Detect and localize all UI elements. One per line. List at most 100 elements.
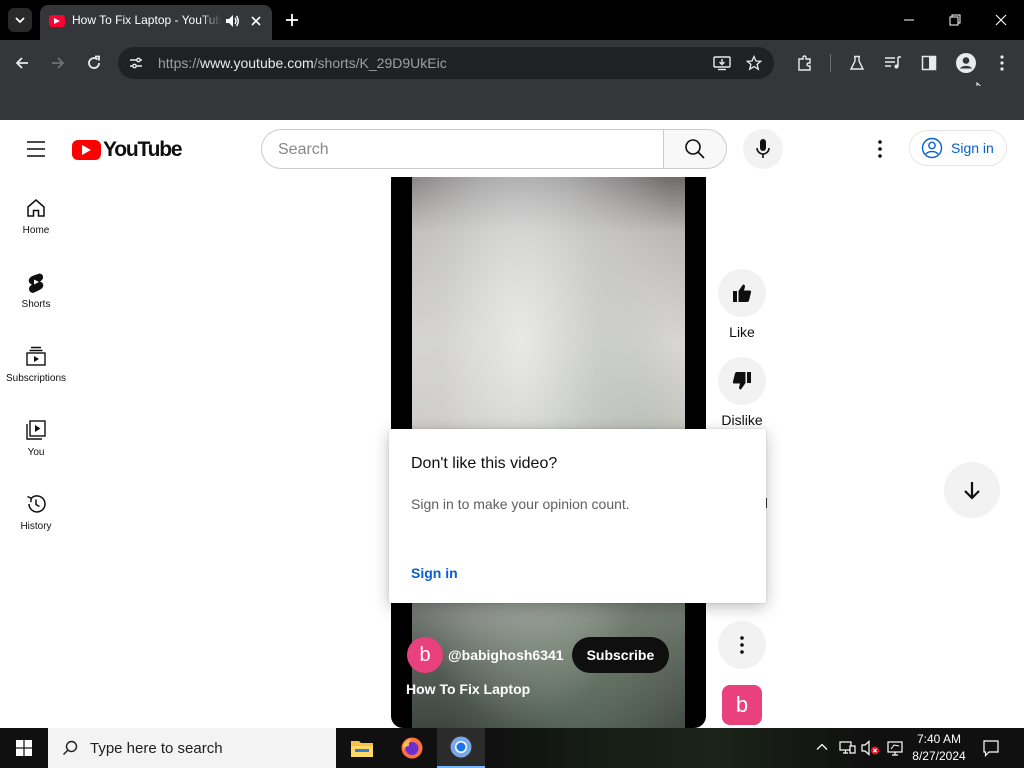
guide-item-history[interactable]: History — [0, 481, 72, 555]
you-icon — [26, 420, 46, 440]
chrome-icon — [450, 736, 472, 758]
voice-search-button[interactable] — [743, 129, 783, 169]
taskbar-file-explorer[interactable] — [338, 728, 386, 768]
subscribe-button[interactable]: Subscribe — [571, 637, 670, 673]
restore-icon — [949, 14, 961, 26]
tab-search-button[interactable] — [8, 8, 32, 32]
dislike-signin-popup: Don't like this video? Sign in to make y… — [389, 429, 766, 603]
display-icon[interactable] — [886, 739, 904, 757]
guide-label: Home — [22, 225, 50, 236]
extensions-icon[interactable] — [793, 51, 817, 75]
youtube-play-logo-icon — [72, 140, 101, 160]
address-bar[interactable]: https://www.youtube.com/shorts/K_29D9UkE… — [118, 47, 774, 79]
youtube-wordmark: YouTube — [103, 138, 183, 161]
channel-avatar[interactable]: b — [407, 637, 443, 673]
search-input[interactable] — [278, 139, 648, 161]
media-control-icon[interactable] — [881, 51, 905, 75]
youtube-favicon-icon — [49, 15, 65, 27]
like-label: Like — [729, 324, 755, 340]
thumbs-up-icon — [733, 284, 752, 302]
account-circle-icon — [921, 137, 943, 159]
bookmarks-bar-area — [0, 86, 1024, 120]
guide-label: History — [20, 521, 52, 532]
forward-arrow-icon — [52, 57, 65, 69]
thumbs-down-icon — [732, 372, 751, 390]
site-info-icon[interactable] — [124, 51, 148, 75]
settings-menu-button[interactable] — [868, 137, 892, 161]
taskbar-chrome-active[interactable] — [437, 728, 485, 768]
like-action[interactable]: Like — [718, 269, 766, 340]
history-icon — [27, 495, 46, 513]
reload-button[interactable] — [82, 51, 106, 75]
bookmark-star-icon[interactable] — [742, 51, 766, 75]
active-tab[interactable]: How To Fix Laptop - YouTube — [40, 5, 272, 40]
subscriptions-icon — [26, 346, 46, 366]
guide-item-home[interactable]: Home — [0, 185, 72, 259]
search-box[interactable] — [261, 129, 664, 169]
system-clock[interactable]: 7:40 AM 8/27/2024 — [908, 731, 970, 765]
guide-item-subscriptions[interactable]: Subscriptions — [0, 333, 72, 407]
dislike-button[interactable] — [718, 357, 766, 405]
back-button[interactable] — [10, 51, 34, 75]
restore-button[interactable] — [945, 10, 965, 30]
youtube-logo[interactable]: YouTube — [72, 138, 183, 162]
notifications-icon[interactable] — [982, 739, 1000, 757]
taskbar-background — [486, 728, 866, 768]
network-icon[interactable] — [838, 739, 856, 757]
more-actions[interactable] — [718, 621, 766, 669]
sign-in-button[interactable]: Sign in — [909, 130, 1007, 166]
guide-label: Subscriptions — [5, 373, 67, 384]
microphone-icon — [756, 139, 770, 158]
channel-avatar-small[interactable]: b — [722, 685, 762, 725]
guide-menu-button[interactable] — [24, 137, 48, 161]
more-vertical-icon — [740, 636, 744, 654]
back-arrow-icon — [15, 57, 28, 69]
windows-taskbar: Type here to search 7:40 AM 8/27/2024 — [0, 728, 1024, 768]
start-button[interactable] — [0, 728, 48, 768]
more-actions-button[interactable] — [718, 621, 766, 669]
hamburger-icon — [27, 141, 45, 157]
dislike-action[interactable]: Dislike — [718, 357, 766, 428]
profile-avatar-icon[interactable] — [954, 51, 978, 75]
arrow-down-icon — [964, 482, 980, 500]
youtube-page: YouTube Sign in Home Shorts Subscription… — [0, 121, 1024, 728]
clock-date: 8/27/2024 — [912, 749, 966, 763]
video-title[interactable]: How To Fix Laptop — [406, 681, 530, 697]
audio-playing-icon[interactable] — [224, 13, 240, 29]
taskbar-search-box[interactable]: Type here to search — [48, 728, 336, 768]
url-text: https://www.youtube.com/shorts/K_29D9UkE… — [158, 55, 447, 71]
dislike-label: Dislike — [721, 412, 763, 428]
minimize-button[interactable] — [899, 10, 919, 30]
sign-in-label: Sign in — [951, 140, 994, 156]
new-tab-button[interactable] — [282, 10, 302, 30]
channel-handle[interactable]: @babighosh6341 — [448, 647, 564, 663]
popup-body: Sign in to make your opinion count. — [411, 496, 630, 512]
clock-time: 7:40 AM — [916, 732, 962, 746]
taskbar-search-placeholder: Type here to search — [90, 739, 223, 757]
popup-sign-in-link[interactable]: Sign in — [411, 565, 458, 581]
guide-item-you[interactable]: You — [0, 407, 72, 481]
tab-strip: How To Fix Laptop - YouTube — [0, 0, 1024, 40]
guide-item-shorts[interactable]: Shorts — [0, 259, 72, 333]
toolbar-divider — [830, 54, 831, 72]
guide-label: Shorts — [21, 299, 51, 310]
tab-close-icon[interactable] — [248, 13, 264, 29]
taskbar-firefox[interactable] — [388, 728, 436, 768]
like-button[interactable] — [718, 269, 766, 317]
search-button[interactable] — [663, 129, 727, 169]
side-panel-icon[interactable] — [917, 51, 941, 75]
chrome-menu-icon[interactable] — [990, 51, 1014, 75]
more-vertical-icon — [878, 140, 882, 158]
volume-muted-icon[interactable] — [861, 739, 881, 757]
guide-label: You — [27, 447, 45, 458]
close-window-button[interactable] — [991, 10, 1011, 30]
search-icon — [62, 740, 78, 756]
next-video-button[interactable] — [944, 462, 1000, 518]
install-app-icon[interactable] — [710, 51, 734, 75]
popup-title: Don't like this video? — [411, 455, 558, 472]
shorts-icon — [28, 273, 44, 293]
channel-info: b @babighosh6341 Subscribe — [407, 637, 670, 673]
show-hidden-icons-chevron-icon[interactable] — [815, 740, 829, 754]
forward-button[interactable] — [46, 51, 70, 75]
labs-flask-icon[interactable] — [845, 51, 869, 75]
